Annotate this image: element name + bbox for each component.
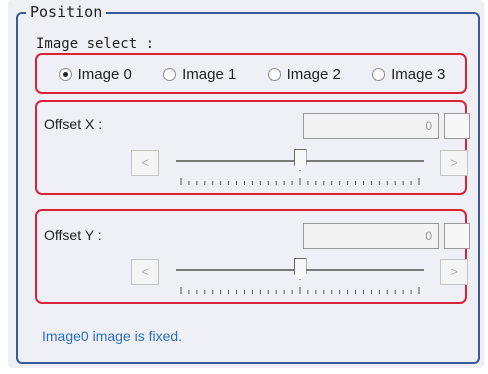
offset-y-decrement-button[interactable]: < [131, 259, 159, 285]
radio-label: Image 1 [182, 65, 237, 83]
offset-y-slider-ticks [180, 287, 420, 294]
radio-label: Image 0 [77, 65, 132, 83]
radio-label: Image 2 [286, 65, 341, 83]
radio-button-checked[interactable] [58, 67, 72, 81]
radio-button[interactable] [267, 67, 281, 81]
image-select-label: Image select : [36, 36, 155, 52]
offset-x-increment-button[interactable]: > [440, 150, 468, 176]
image-select-radio-group: Image 0 Image 1 Image 2 Image 3 [39, 56, 465, 92]
radio-label: Image 3 [391, 65, 446, 83]
offset-x-value-field[interactable]: 0 [303, 113, 439, 139]
offset-x-slider-ticks [180, 178, 420, 185]
radio-image-3[interactable]: Image 3 [372, 66, 445, 83]
offset-y-spin-button[interactable] [444, 223, 470, 249]
offset-y-label: Offset Y : [44, 227, 102, 243]
radio-image-1[interactable]: Image 1 [163, 66, 236, 83]
offset-y-increment-button[interactable]: > [440, 259, 468, 285]
radio-image-2[interactable]: Image 2 [267, 65, 341, 83]
radio-button[interactable] [372, 67, 386, 81]
offset-y-value-field[interactable]: 0 [303, 223, 439, 249]
offset-x-spin-button[interactable] [444, 113, 470, 139]
position-group-title: Position [26, 4, 107, 20]
offset-x-decrement-button[interactable]: < [131, 150, 159, 176]
status-message: Image0 image is fixed. [42, 328, 183, 344]
radio-image-0[interactable]: Image 0 [58, 65, 132, 83]
offset-x-label: Offset X : [44, 116, 103, 132]
radio-button[interactable] [163, 67, 177, 81]
